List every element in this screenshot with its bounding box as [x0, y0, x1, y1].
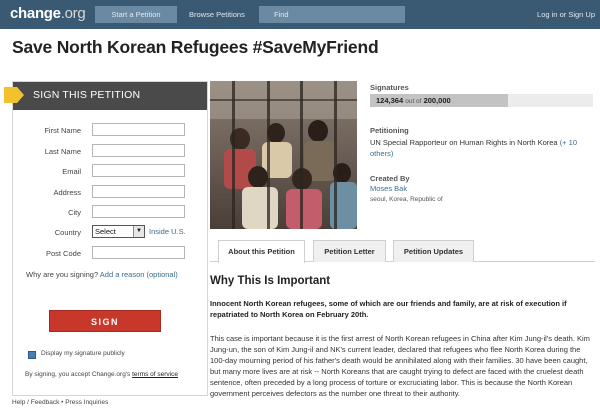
country-select[interactable]: Select ▼	[92, 225, 145, 238]
petition-photo	[210, 81, 357, 229]
country-select-value: Select	[95, 227, 116, 236]
signature-count-text: 124,364 out of 200,000	[376, 96, 451, 105]
petition-body: This case is important because it is the…	[210, 334, 590, 398]
chevron-down-icon: ▼	[133, 226, 144, 237]
signature-goal: 200,000	[423, 96, 451, 105]
terms-of-service-link[interactable]: terms of service	[132, 371, 178, 378]
tab-petition-letter[interactable]: Petition Letter	[313, 240, 386, 262]
creator-name-link[interactable]: Moses Bak	[370, 184, 407, 193]
change-org-logo[interactable]: change.org	[10, 5, 86, 22]
created-by-label: Created By	[370, 174, 410, 183]
tab-about-petition[interactable]: About this Petition	[218, 240, 305, 263]
last-name-label: Last Name	[44, 147, 81, 156]
footer-links[interactable]: Help / Feedback • Press Inquiries	[12, 399, 108, 406]
find-search-input[interactable]: Find	[259, 6, 405, 23]
signature-progress-bar: 124,364 out of 200,000	[370, 94, 593, 107]
display-signature-checkbox[interactable]	[28, 351, 36, 359]
arrow-flag-icon	[4, 87, 24, 103]
email-field[interactable]	[92, 164, 185, 177]
country-label: Country	[54, 228, 81, 237]
reason-prompt: Why are you signing? Add a reason (optio…	[26, 270, 178, 279]
sign-panel-title: SIGN THIS PETITION	[33, 89, 141, 101]
terms-prefix: By signing, you accept Change.org's	[25, 371, 131, 378]
login-signup-link[interactable]: Log in or Sign Up	[537, 6, 595, 23]
petition-target-name: UN Special Rapporteur on Human Rights in…	[370, 138, 558, 147]
post-code-label: Post Code	[45, 249, 81, 258]
address-field[interactable]	[92, 185, 185, 198]
display-signature-label: Display my signature publicly	[41, 350, 125, 357]
city-field[interactable]	[92, 205, 185, 218]
first-name-label: First Name	[44, 126, 81, 135]
post-code-field[interactable]	[92, 246, 185, 259]
petitioning-label: Petitioning	[370, 126, 409, 135]
inside-us-link[interactable]: Inside U.S.	[149, 227, 186, 236]
tab-petition-updates[interactable]: Petition Updates	[393, 240, 474, 262]
top-nav-bar: change.org Start a Petition Browse Petit…	[0, 0, 600, 29]
sign-button[interactable]: SIGN	[49, 310, 161, 332]
signatures-label: Signatures	[370, 83, 409, 92]
petition-title: Save North Korean Refugees #SaveMyFriend	[12, 37, 379, 57]
address-label: Address	[53, 188, 81, 197]
last-name-field[interactable]	[92, 144, 185, 157]
petitioning-target: UN Special Rapporteur on Human Rights in…	[370, 137, 595, 159]
why-signing-label: Why are you signing?	[26, 270, 99, 279]
add-reason-link[interactable]: Add a reason (optional)	[100, 270, 178, 279]
browse-petitions-link[interactable]: Browse Petitions	[189, 6, 245, 23]
refugees-image	[210, 81, 357, 229]
signature-count: 124,364	[376, 96, 404, 105]
email-label: Email	[62, 167, 81, 176]
first-name-field[interactable]	[92, 123, 185, 136]
signature-out-of: out of	[405, 98, 422, 105]
petition-lede: Innocent North Korean refugees, some of …	[210, 299, 567, 319]
start-petition-button[interactable]: Start a Petition	[95, 6, 177, 23]
terms-notice: By signing, you accept Change.org's term…	[25, 371, 178, 378]
creator-location: seoul, Korea, Republic of	[370, 196, 443, 203]
sign-panel-header: SIGN THIS PETITION	[4, 82, 207, 110]
section-heading: Why This Is Important	[210, 275, 331, 287]
sign-petition-panel: SIGN THIS PETITION First Name Last Name …	[4, 81, 208, 396]
city-label: City	[68, 208, 81, 217]
